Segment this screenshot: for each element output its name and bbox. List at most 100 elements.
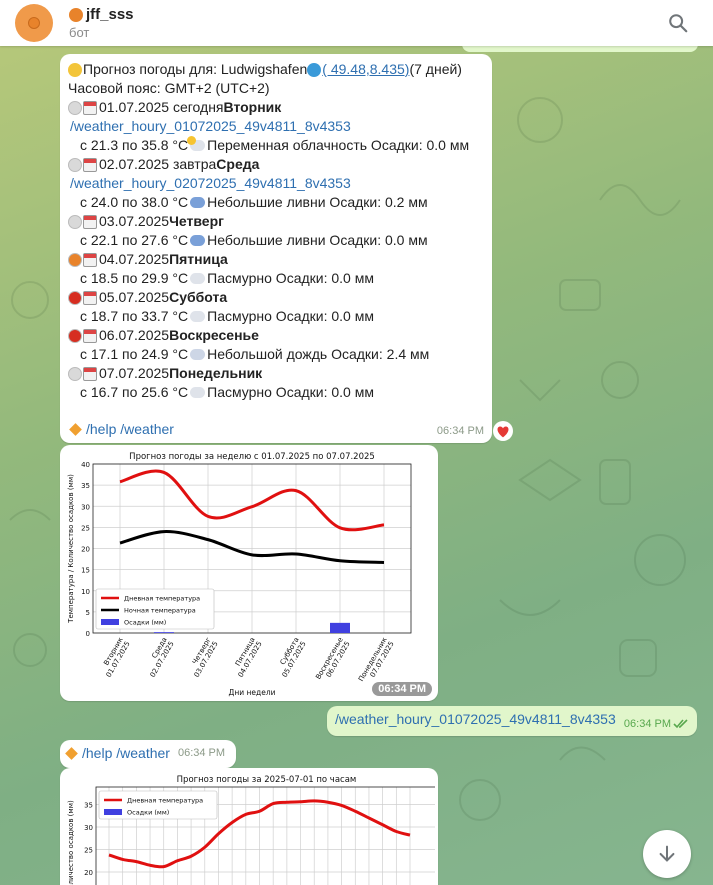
legend-label: Дневная температура — [124, 595, 200, 603]
status-circle-icon — [68, 366, 82, 381]
day-date: 05.07.2025 — [99, 289, 170, 305]
y-tick-label: 0 — [86, 630, 90, 638]
day-weekday: Четверг — [169, 213, 224, 229]
rain-cloud-icon — [190, 349, 206, 360]
day-forecast: с 21.3 по 35.8 °C Переменная облачность … — [68, 136, 484, 155]
y-tick-label: 20 — [81, 546, 90, 554]
y-tick-label: 30 — [84, 824, 93, 832]
message-time: 06:34 PM — [623, 718, 671, 730]
help-links-message[interactable]: /help /weather 06:34 PM — [60, 740, 236, 768]
calendar-icon — [83, 157, 97, 172]
calendar-icon — [83, 290, 97, 305]
day-temp-range: с 24.0 по 38.0 °C — [80, 194, 189, 210]
chart-title: Прогноз погоды за неделю с 01.07.2025 по… — [129, 452, 375, 462]
umbrella-icon — [190, 235, 206, 246]
day-description: Пасмурно Осадки: 0.0 мм — [207, 308, 374, 324]
day-description: Небольшие ливни Осадки: 0.0 мм — [207, 232, 428, 248]
cloud-icon — [190, 387, 206, 398]
legend-label: Осадки (мм) — [127, 809, 169, 817]
x-axis-label: Дни недели — [228, 688, 275, 697]
y-tick-label: 40 — [81, 461, 90, 469]
day-date: 04.07.2025 — [99, 251, 170, 267]
day-hourly-link[interactable]: /weather_houry_02072025_49v4811_8v4353 — [68, 174, 484, 193]
day-temp-range: с 18.7 по 33.7 °C — [80, 308, 189, 324]
days-count: (7 дней) — [409, 61, 462, 77]
day-hourly-link[interactable]: /weather_houry_01072025_49v4811_8v4353 — [68, 117, 484, 136]
day-forecast: с 22.1 по 27.6 °C Небольшие ливни Осадки… — [68, 231, 484, 250]
hourly-chart-message[interactable]: Прогноз погоды за 2025-07-01 по часам 20 2… — [60, 768, 438, 885]
chat-name[interactable]: jff_sss — [69, 6, 134, 23]
heart-reaction-icon[interactable] — [492, 421, 514, 441]
status-circle-icon — [68, 328, 82, 343]
outgoing-command-link[interactable]: /weather_houry_01072025_49v4811_8v4353 — [335, 711, 616, 727]
status-circle-icon — [68, 252, 82, 267]
message-time: 06:34 PM — [372, 682, 432, 696]
diamond-icon — [69, 423, 82, 436]
hourly-forecast-chart: Прогноз погоды за 2025-07-01 по часам 20 2… — [63, 771, 438, 885]
day-date: 03.07.2025 — [99, 213, 170, 229]
forecast-message[interactable]: Прогноз погоды для: Ludwigshafen ( 49.48… — [60, 54, 492, 443]
smile-icon — [68, 62, 82, 77]
day-temp-range: с 22.1 по 27.6 °C — [80, 232, 189, 248]
umbrella-icon — [190, 197, 206, 208]
search-icon[interactable] — [667, 12, 689, 34]
day-date: 07.07.2025 — [99, 365, 170, 381]
day-weekday: Пятница — [169, 251, 228, 267]
day-description: Переменная облачность Осадки: 0.0 мм — [207, 137, 470, 153]
scroll-down-button[interactable] — [643, 830, 691, 878]
day-forecast: с 24.0 по 38.0 °C Небольшие ливни Осадки… — [68, 193, 484, 212]
y-tick-label: 35 — [84, 802, 93, 810]
day-temp-range: с 21.3 по 35.8 °C — [80, 137, 189, 153]
chart-title: Прогноз погоды за 2025-07-01 по часам — [177, 775, 357, 785]
day-date: 06.07.2025 — [99, 327, 170, 343]
day-forecast: с 18.5 по 29.9 °C Пасмурно Осадки: 0.0 м… — [68, 269, 484, 288]
avatar[interactable] — [15, 4, 53, 42]
sun-cloud-icon — [187, 136, 206, 151]
day-forecast: с 18.7 по 33.7 °C Пасмурно Осадки: 0.0 м… — [68, 307, 484, 326]
day-forecast: с 17.1 по 24.9 °C Небольшой дождь Осадки… — [68, 345, 484, 364]
double-check-icon — [673, 719, 688, 729]
forecast-days: 01.07.2025 сегодня Вторник/weather_houry… — [68, 98, 484, 402]
calendar-icon — [83, 252, 97, 267]
orange-circle-icon — [28, 17, 40, 29]
coords-link[interactable]: ( 49.48,8.435) — [322, 60, 409, 79]
cloud-icon — [190, 311, 206, 322]
help-weather-links[interactable]: /help /weather — [86, 420, 174, 439]
status-circle-icon — [68, 100, 82, 115]
day-weekday: Воскресенье — [169, 327, 259, 343]
calendar-icon — [83, 328, 97, 343]
status-circle-icon — [68, 157, 82, 172]
day-header: 03.07.2025 Четверг — [68, 212, 484, 231]
message-time: 06:34 PM — [436, 425, 484, 437]
outgoing-command-message[interactable]: /weather_houry_01072025_49v4811_8v4353 0… — [327, 706, 697, 736]
legend-label: Дневная температура — [127, 797, 203, 805]
y-tick-label: 15 — [81, 567, 90, 575]
calendar-icon — [83, 214, 97, 229]
y-tick-label: 30 — [81, 503, 90, 511]
forecast-title-line: Прогноз погоды для: Ludwigshafen ( 49.48… — [68, 60, 484, 79]
chart-background — [63, 771, 435, 885]
forecast-title: Прогноз погоды для: Ludwigshafen — [83, 61, 308, 77]
y-tick-label: 5 — [86, 609, 90, 617]
cloud-icon — [190, 273, 206, 284]
day-date: 02.07.2025 завтра — [99, 156, 217, 172]
status-circle-icon — [68, 214, 82, 229]
weekly-chart-message[interactable]: Прогноз погоды за неделю с 01.07.2025 по… — [60, 445, 438, 701]
day-description: Небольшие ливни Осадки: 0.2 мм — [207, 194, 428, 210]
day-temp-range: с 17.1 по 24.9 °C — [80, 346, 189, 362]
calendar-icon — [83, 100, 97, 115]
day-header: 02.07.2025 завтра Среда — [68, 155, 484, 174]
day-date: 01.07.2025 сегодня — [99, 99, 224, 115]
precip-bar — [154, 632, 174, 633]
y-tick-label: 25 — [81, 524, 90, 532]
day-description: Пасмурно Осадки: 0.0 мм — [207, 270, 374, 286]
chat-subtitle: бот — [69, 25, 90, 40]
y-tick-label: 10 — [81, 588, 90, 596]
calendar-icon — [83, 366, 97, 381]
help-weather-links[interactable]: /help /weather — [82, 744, 170, 763]
precip-bar — [330, 622, 350, 633]
globe-icon — [307, 62, 322, 77]
message-time: 06:34 PM — [177, 747, 226, 759]
day-description: Небольшой дождь Осадки: 2.4 мм — [207, 346, 430, 362]
day-weekday: Среда — [216, 156, 260, 172]
